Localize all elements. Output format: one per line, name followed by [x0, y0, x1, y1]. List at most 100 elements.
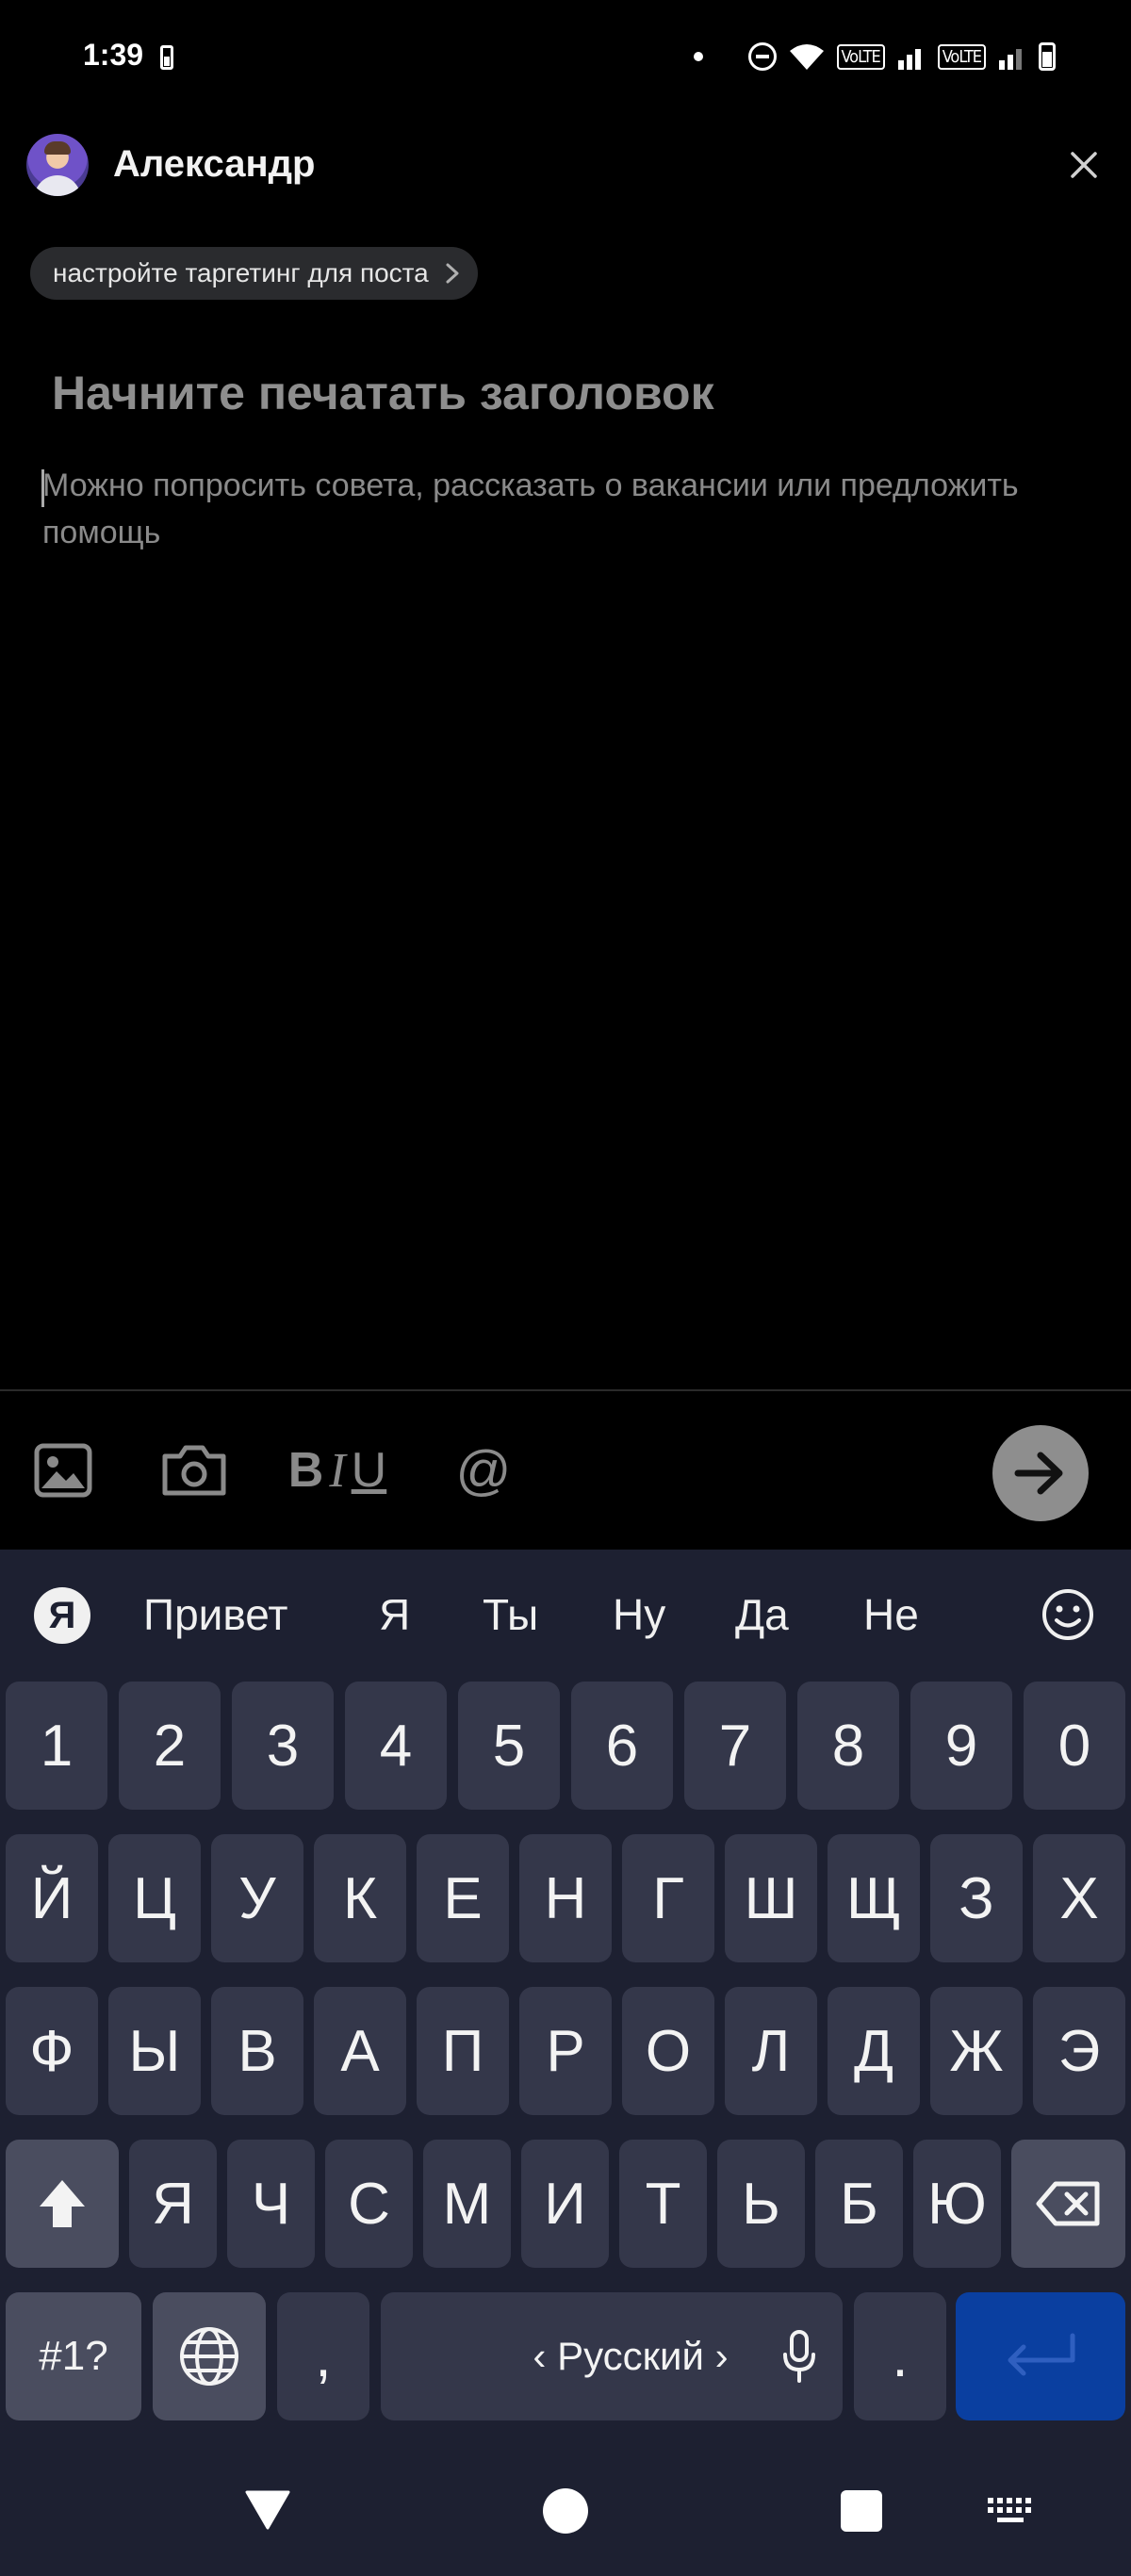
key-letter[interactable]: У [211, 1834, 303, 1962]
language-key[interactable] [153, 2292, 266, 2420]
key-letter[interactable]: П [417, 1987, 509, 2115]
avatar[interactable] [26, 134, 89, 196]
key-9[interactable]: 9 [910, 1682, 1012, 1810]
key-letter[interactable]: Я [129, 2140, 217, 2268]
editor-toolbar: B I U @ [0, 1391, 1131, 1550]
suggestion-bar: Я Привет Я Ты Ну Да Не [0, 1550, 1131, 1682]
targeting-chip[interactable]: настройте таргетинг для поста [30, 247, 478, 300]
key-letter[interactable]: Ь [717, 2140, 805, 2268]
period-key[interactable]: . [854, 2292, 946, 2420]
suggestion-item[interactable]: Не [863, 1589, 919, 1640]
space-key-label: ‹ Русский › [533, 2334, 729, 2378]
keyboard-switch-icon[interactable] [986, 2496, 1035, 2526]
image-icon [34, 1443, 92, 1498]
key-letter[interactable]: Э [1033, 1987, 1125, 2115]
key-letter[interactable]: И [521, 2140, 609, 2268]
attach-image-button[interactable] [32, 1440, 94, 1501]
key-letter[interactable]: Х [1033, 1834, 1125, 1962]
key-letter[interactable]: Й [6, 1834, 98, 1962]
text-format-button[interactable]: B I U [279, 1440, 396, 1501]
keyboard: Я Привет Я Ты Ну Да Не 1 2 3 4 5 6 7 8 9… [0, 1550, 1131, 2453]
key-letter[interactable]: В [211, 1987, 303, 2115]
key-letter[interactable]: Ж [930, 1987, 1023, 2115]
do-not-disturb-icon [747, 42, 777, 71]
key-letter[interactable]: Д [828, 1987, 920, 2115]
key-letter[interactable]: Б [815, 2140, 903, 2268]
key-4[interactable]: 4 [345, 1682, 447, 1810]
recents-icon[interactable] [841, 2490, 882, 2532]
volte-badge-2: VoLTE [937, 43, 986, 70]
key-letter[interactable]: Ю [913, 2140, 1001, 2268]
key-5[interactable]: 5 [458, 1682, 560, 1810]
suggestion-item[interactable]: Я [379, 1589, 410, 1640]
suggestion-item[interactable]: Ну [613, 1589, 665, 1640]
key-letter[interactable]: Р [519, 1987, 612, 2115]
mention-button[interactable]: @ [451, 1440, 516, 1501]
key-2[interactable]: 2 [119, 1682, 221, 1810]
italic-label: I [329, 1443, 346, 1498]
key-letter[interactable]: А [314, 1987, 406, 2115]
key-letter[interactable]: З [930, 1834, 1023, 1962]
backspace-icon [1036, 2181, 1099, 2226]
notification-dot-icon [693, 52, 703, 61]
microphone-icon [783, 2330, 815, 2383]
bold-label: B [287, 1443, 324, 1498]
camera-icon [162, 1445, 226, 1496]
arrow-right-icon [1014, 1452, 1063, 1495]
key-letter[interactable]: Ч [227, 2140, 315, 2268]
key-letter[interactable]: Е [417, 1834, 509, 1962]
key-1[interactable]: 1 [6, 1682, 107, 1810]
close-icon[interactable] [1065, 146, 1103, 184]
yandex-logo-icon[interactable]: Я [34, 1587, 90, 1644]
shift-key[interactable] [6, 2140, 119, 2268]
symbols-key[interactable]: #1? [6, 2292, 141, 2420]
battery-saver-icon [160, 45, 173, 70]
key-6[interactable]: 6 [571, 1682, 673, 1810]
key-letter[interactable]: С [325, 2140, 413, 2268]
key-letter[interactable]: Т [619, 2140, 707, 2268]
wifi-icon [789, 44, 824, 70]
status-time: 1:39 [83, 38, 144, 72]
camera-button[interactable] [158, 1440, 230, 1501]
signal-icon-1 [897, 49, 921, 70]
key-3[interactable]: 3 [232, 1682, 334, 1810]
key-letter[interactable]: О [622, 1987, 714, 2115]
key-letter[interactable]: Л [725, 1987, 817, 2115]
enter-icon [1008, 2333, 1075, 2376]
user-name: Александр [113, 143, 316, 185]
post-header: Александр [0, 123, 1131, 207]
backspace-key[interactable] [1011, 2140, 1125, 2268]
targeting-chip-label: настройте таргетинг для поста [53, 258, 429, 287]
key-8[interactable]: 8 [797, 1682, 899, 1810]
suggestion-item[interactable]: Ты [483, 1589, 538, 1640]
post-body-input[interactable]: Можно попросить совета, рассказать о вак… [42, 462, 1079, 556]
send-button[interactable] [992, 1425, 1089, 1521]
status-icons: VoLTE VoLTE [693, 38, 1056, 75]
volte-badge-1: VoLTE [836, 43, 885, 70]
back-icon[interactable] [245, 2488, 290, 2530]
key-letter[interactable]: Ф [6, 1987, 98, 2115]
signal-icon-2 [999, 49, 1022, 70]
suggestion-item[interactable]: Привет [143, 1589, 287, 1640]
key-letter[interactable]: К [314, 1834, 406, 1962]
emoji-icon[interactable] [1041, 1587, 1095, 1642]
suggestion-item[interactable]: Да [735, 1589, 789, 1640]
key-letter[interactable]: Ы [108, 1987, 201, 2115]
key-letter[interactable]: Ш [725, 1834, 817, 1962]
key-letter[interactable]: М [423, 2140, 511, 2268]
battery-icon [1039, 42, 1056, 71]
comma-key[interactable]: , [277, 2292, 369, 2420]
enter-key[interactable] [956, 2292, 1125, 2420]
status-bar: 1:39 VoLTE VoLTE [0, 0, 1131, 113]
post-title-input[interactable]: Начните печатать заголовок [52, 366, 714, 420]
key-7[interactable]: 7 [684, 1682, 786, 1810]
home-icon[interactable] [543, 2488, 588, 2534]
key-letter[interactable]: Щ [828, 1834, 920, 1962]
key-letter[interactable]: Г [622, 1834, 714, 1962]
key-0[interactable]: 0 [1024, 1682, 1125, 1810]
shift-icon [40, 2180, 85, 2227]
space-key[interactable]: ‹ Русский › [381, 2292, 843, 2420]
globe-icon [180, 2327, 238, 2386]
key-letter[interactable]: Ц [108, 1834, 201, 1962]
key-letter[interactable]: Н [519, 1834, 612, 1962]
